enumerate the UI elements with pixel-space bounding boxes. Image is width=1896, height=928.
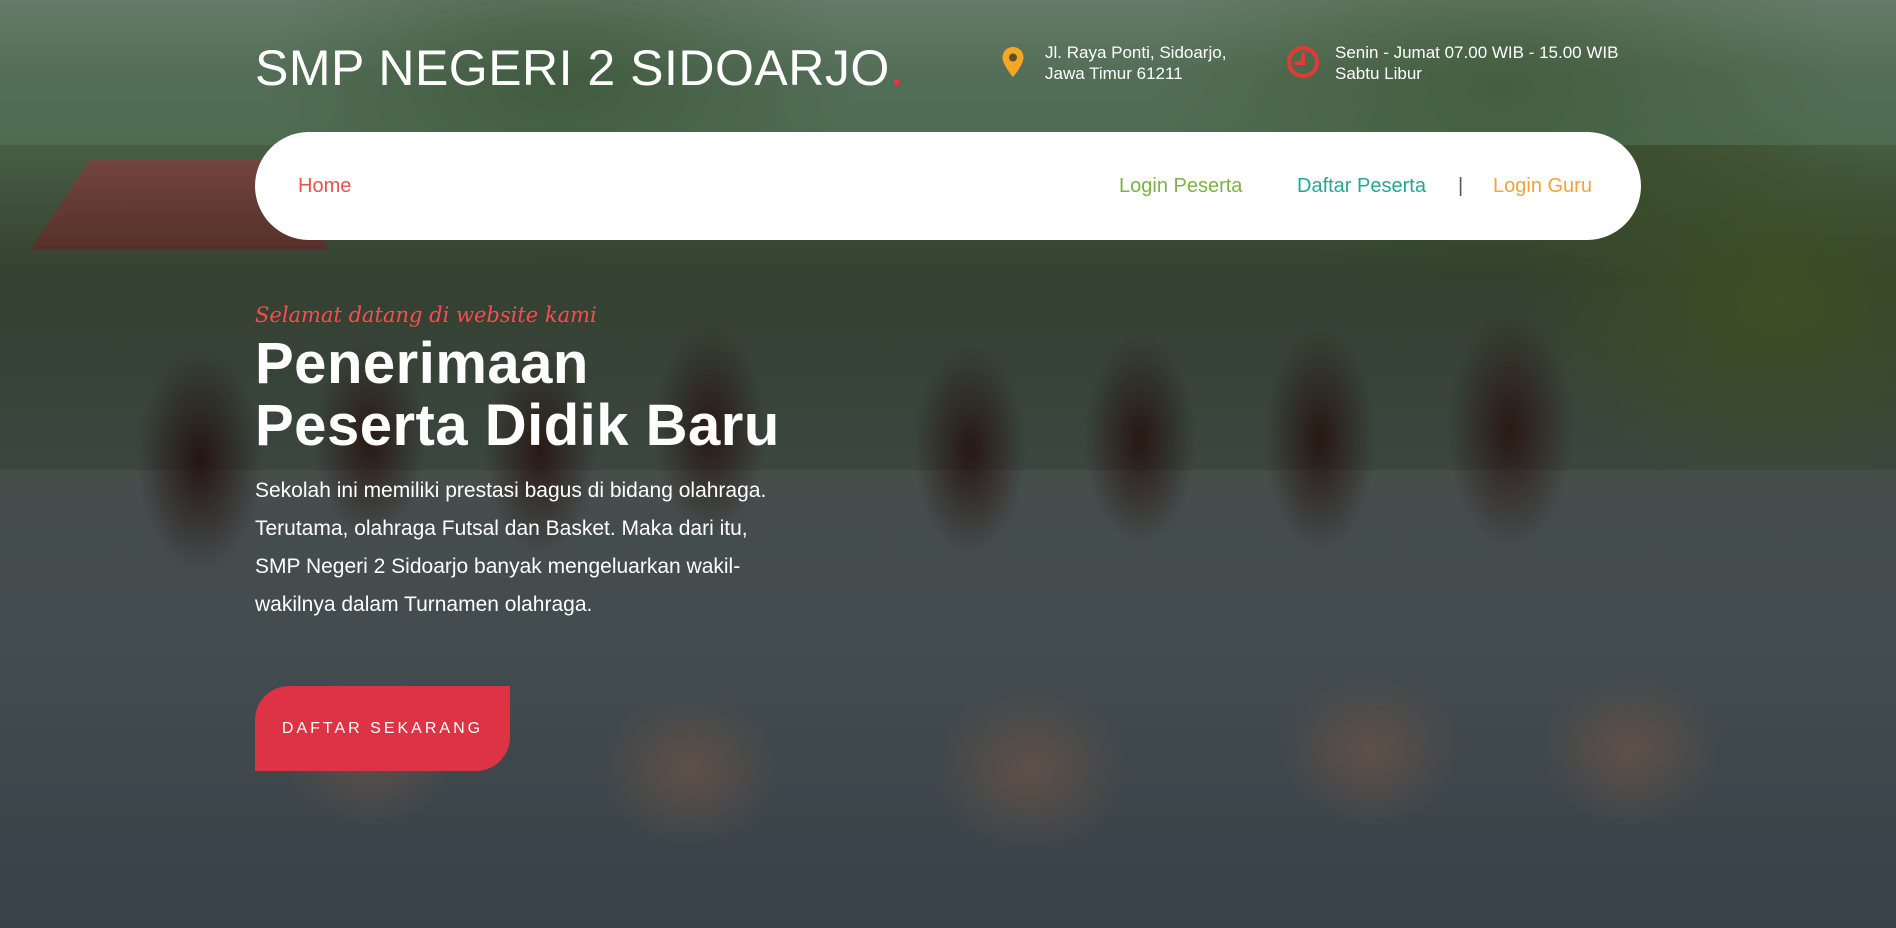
hero-description-line-3: SMP Negeri 2 Sidoarjo banyak mengeluarka…: [255, 555, 741, 578]
clock-icon: [1287, 46, 1319, 78]
hero-title: Penerimaan Peserta Didik Baru: [255, 333, 780, 457]
brand-dot: .: [889, 40, 905, 96]
address-info: Jl. Raya Ponti, Sidoarjo, Jawa Timur 612…: [995, 42, 1226, 84]
hero-description-line-1: Sekolah ini memiliki prestasi bagus di b…: [255, 479, 767, 502]
nav-home[interactable]: Home: [298, 132, 351, 240]
address-text: Jl. Raya Ponti, Sidoarjo, Jawa Timur 612…: [1045, 42, 1226, 84]
hero-description-line-2: Terutama, olahraga Futsal dan Basket. Ma…: [255, 517, 748, 540]
brand-name: SMP NEGERI 2 SIDOARJO: [255, 40, 890, 96]
welcome-tagline: Selamat datang di website kami: [255, 303, 597, 327]
hours-info: Senin - Jumat 07.00 WIB - 15.00 WIB Sabt…: [1285, 42, 1618, 84]
hero-description-line-4: wakilnya dalam Turnamen olahraga.: [255, 593, 593, 616]
hours-line-2: Sabtu Libur: [1335, 64, 1422, 83]
site-header: SMP NEGERI 2 SIDOARJO. Jl. Raya Ponti, S…: [255, 34, 1645, 96]
landing-page: SMP NEGERI 2 SIDOARJO. Jl. Raya Ponti, S…: [0, 0, 1896, 928]
address-line-2: Jawa Timur 61211: [1045, 64, 1183, 83]
hero-title-line-1: Penerimaan: [255, 331, 589, 396]
address-line-1: Jl. Raya Ponti, Sidoarjo,: [1045, 43, 1227, 62]
nav-daftar-peserta[interactable]: Daftar Peserta: [1297, 132, 1426, 240]
hero-title-line-2: Peserta Didik Baru: [255, 393, 780, 458]
hours-line-1: Senin - Jumat 07.00 WIB - 15.00 WIB: [1335, 43, 1619, 62]
daftar-sekarang-button[interactable]: DAFTAR SEKARANG: [255, 686, 510, 771]
site-logo[interactable]: SMP NEGERI 2 SIDOARJO.: [255, 38, 904, 98]
hero-description: Sekolah ini memiliki prestasi bagus di b…: [255, 472, 835, 624]
map-pin-icon: [1002, 47, 1024, 77]
nav-separator: |: [1458, 175, 1464, 197]
hours-text: Senin - Jumat 07.00 WIB - 15.00 WIB Sabt…: [1335, 42, 1618, 84]
main-navigation: Home Login Peserta Daftar Peserta | Logi…: [255, 132, 1641, 240]
nav-login-guru[interactable]: Login Guru: [1493, 132, 1592, 240]
nav-login-peserta[interactable]: Login Peserta: [1119, 132, 1242, 240]
